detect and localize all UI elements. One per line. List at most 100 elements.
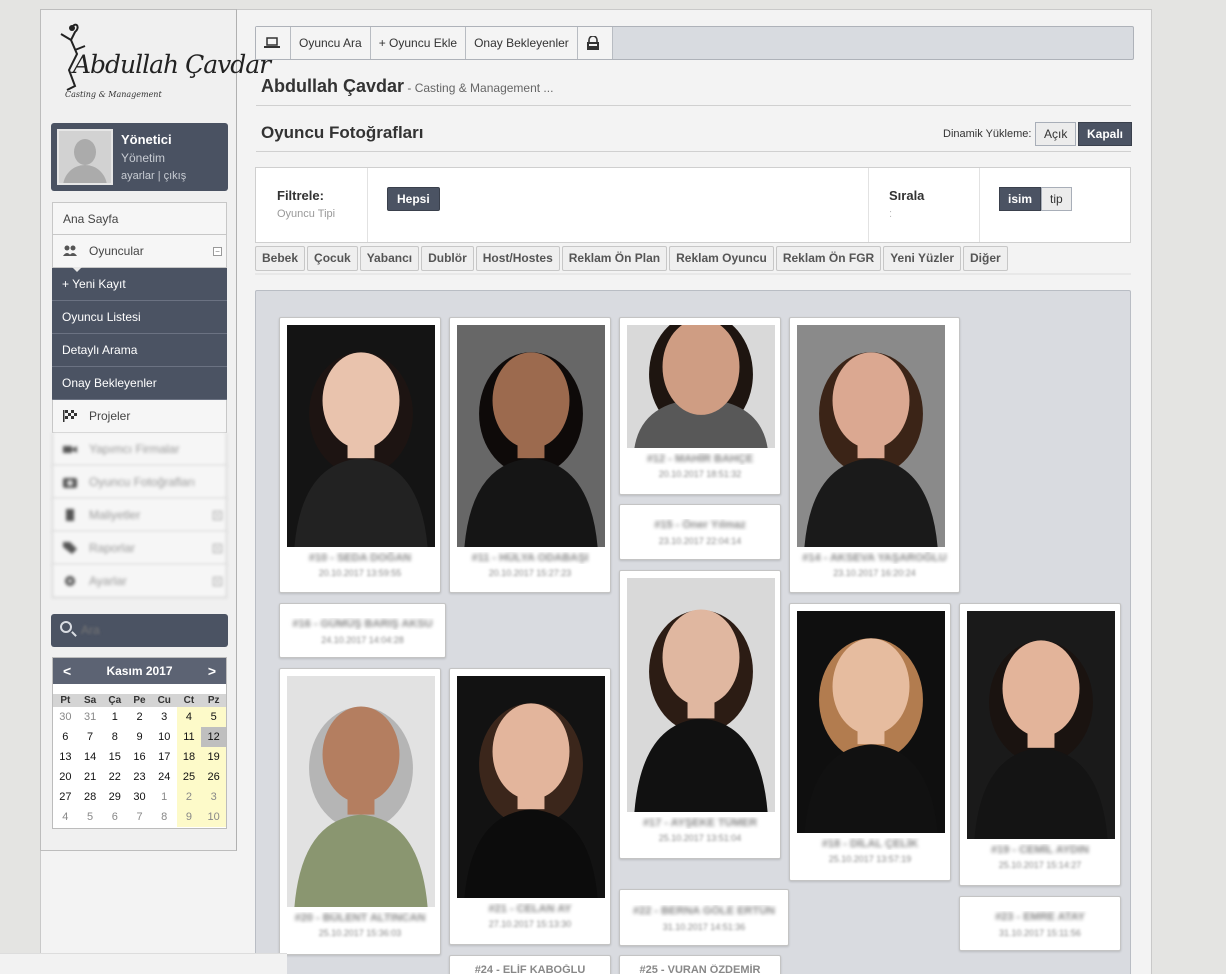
expand-icon[interactable]: + — [213, 577, 222, 586]
category-tab[interactable]: Çocuk — [307, 246, 358, 271]
category-tab[interactable]: Diğer — [963, 246, 1008, 271]
calendar-day[interactable]: 5 — [201, 707, 227, 727]
dynamic-closed-button[interactable]: Kapalı — [1078, 122, 1133, 146]
calendar-day[interactable]: 16 — [127, 747, 152, 767]
actor-photo[interactable] — [627, 578, 775, 812]
actor-name[interactable]: #22 - BERNA GÖLE ERTÜN — [620, 905, 788, 917]
calendar-day[interactable]: 10 — [152, 727, 177, 747]
actor-name[interactable]: #19 - CEMİL AYDIN — [960, 844, 1120, 856]
actor-name[interactable]: #18 - DİLAL ÇELİK — [790, 838, 950, 850]
category-tab[interactable]: Reklam Ön FGR — [775, 246, 882, 271]
calendar-day[interactable]: 8 — [152, 807, 177, 827]
photo-card[interactable]: #16 - GÜMÜŞ BARIŞ AKSU 24.10.2017 14:04:2… — [279, 603, 446, 658]
calendar-day[interactable]: 7 — [127, 807, 152, 827]
nav-photos[interactable]: Oyuncu Fotoğrafları — [52, 466, 227, 499]
calendar-day[interactable]: 15 — [102, 747, 127, 767]
calendar-day[interactable]: 8 — [102, 727, 127, 747]
photo-card[interactable]: #23 - EMRE ATAY 31.10.2017 15:11:56 — [959, 896, 1121, 951]
actor-photo[interactable] — [457, 676, 605, 898]
nav-reports[interactable]: Raporlar + — [52, 532, 227, 565]
filter-all-button[interactable]: Hepsi — [387, 187, 440, 211]
actor-name[interactable]: #16 - GÜMÜŞ BARIŞ AKSU — [280, 618, 445, 630]
photo-card[interactable]: #20 - BÜLENT ALTINCAN 25.10.2017 15:36:03 — [279, 668, 441, 955]
nav-projects[interactable]: Projeler — [52, 400, 227, 433]
actor-name[interactable]: #12 - MAHİR BAHÇE — [620, 453, 780, 465]
category-tab[interactable]: Bebek — [255, 246, 306, 271]
photo-card[interactable]: #18 - DİLAL ÇELİK 25.10.2017 13:57:19 — [789, 603, 951, 881]
photo-card[interactable]: #11 - HÜLYA ODABAŞI 20.10.2017 15:27:23 — [449, 317, 611, 593]
expand-icon[interactable]: + — [213, 544, 222, 553]
actor-name[interactable]: #24 - ELİF KABOĞLU — [450, 964, 610, 974]
actor-name[interactable]: #23 - EMRE ATAY — [960, 911, 1120, 923]
calendar-day[interactable]: 31 — [78, 707, 103, 727]
expand-icon[interactable]: + — [213, 511, 222, 520]
calendar-day[interactable]: 1 — [102, 707, 127, 727]
laptop-button[interactable] — [256, 27, 291, 59]
calendar-day[interactable]: 17 — [152, 747, 177, 767]
calendar-day[interactable]: 6 — [102, 807, 127, 827]
photo-card[interactable]: #19 - CEMİL AYDIN 25.10.2017 15:14:27 — [959, 603, 1121, 886]
actor-photo[interactable] — [797, 325, 945, 547]
calendar-day[interactable]: 25 — [176, 767, 202, 787]
actor-name[interactable]: #25 - VURAN ÖZDEMİR — [620, 964, 780, 974]
photo-card[interactable]: #15 - Öner Yılmaz 23.10.2017 22:04:14 — [619, 504, 781, 560]
calendar-day[interactable]: 9 — [176, 807, 202, 827]
collapse-icon[interactable]: − — [213, 247, 222, 256]
photo-card[interactable]: #10 - SEDA DOĞAN 20.10.2017 13:59:55 — [279, 317, 441, 593]
pending-approval-button[interactable]: Onay Bekleyenler — [466, 27, 578, 59]
calendar-day[interactable]: 2 — [176, 787, 202, 807]
nav-detailed-search[interactable]: Detaylı Arama — [52, 334, 227, 367]
calendar-day[interactable]: 4 — [176, 707, 202, 727]
category-tab[interactable]: Dublör — [421, 246, 474, 271]
actor-photo[interactable] — [457, 325, 605, 547]
settings-link[interactable]: ayarlar — [121, 170, 155, 182]
calendar-day[interactable]: 22 — [102, 767, 127, 787]
calendar-day[interactable]: 11 — [176, 727, 202, 747]
add-player-button[interactable]: + Oyuncu Ekle — [370, 27, 467, 59]
calendar-day[interactable]: 28 — [78, 787, 103, 807]
nav-new-record[interactable]: + Yeni Kayıt — [52, 267, 227, 301]
calendar-day[interactable]: 1 — [152, 787, 177, 807]
calendar-day[interactable]: 9 — [127, 727, 152, 747]
category-tab[interactable]: Reklam Oyuncu — [669, 246, 774, 271]
calendar-day[interactable]: 2 — [127, 707, 152, 727]
category-tab[interactable]: Yabancı — [359, 246, 420, 271]
logout-link[interactable]: çıkış — [164, 170, 187, 182]
nav-costs[interactable]: Maliyetler + — [52, 499, 227, 532]
calendar-day[interactable]: 30 — [127, 787, 152, 807]
actor-name[interactable]: #14 - AKSEVA YAŞAROĞLU — [790, 552, 959, 564]
search-input[interactable] — [81, 620, 216, 640]
prev-month-button[interactable]: < — [63, 658, 71, 684]
next-month-button[interactable]: > — [208, 658, 216, 684]
photo-card[interactable]: #25 - VURAN ÖZDEMİR — [619, 955, 781, 974]
category-tab[interactable]: Yeni Yüzler — [883, 246, 962, 271]
photo-card[interactable]: #17 - AYŞEKE TÜMER 25.10.2017 13:51:04 — [619, 570, 781, 859]
dynamic-open-button[interactable]: Açık — [1035, 122, 1077, 146]
calendar-day[interactable]: 13 — [53, 747, 78, 767]
calendar-day[interactable]: 24 — [152, 767, 177, 787]
photo-card[interactable]: #24 - ELİF KABOĞLU — [449, 955, 611, 974]
calendar-day[interactable]: 21 — [78, 767, 103, 787]
sort-name-button[interactable]: isim — [999, 187, 1042, 211]
nav-pending[interactable]: Onay Bekleyenler — [52, 367, 227, 400]
calendar-day[interactable]: 6 — [53, 727, 78, 747]
category-tab[interactable]: Reklam Ön Plan — [561, 246, 668, 271]
actor-photo[interactable] — [287, 325, 435, 547]
actor-name[interactable]: #10 - SEDA DOĞAN — [280, 552, 440, 564]
nav-producers[interactable]: Yapımcı Firmalar — [52, 433, 227, 466]
actor-name[interactable]: #20 - BÜLENT ALTINCAN — [280, 912, 440, 924]
nav-player-list[interactable]: Oyuncu Listesi — [52, 301, 227, 334]
actor-photo[interactable] — [797, 611, 945, 833]
photo-card[interactable]: #12 - MAHİR BAHÇE 20.10.2017 18:51:32 — [619, 317, 781, 495]
calendar-day[interactable]: 18 — [176, 747, 202, 767]
calendar-day[interactable]: 27 — [53, 787, 78, 807]
nav-home[interactable]: Ana Sayfa — [52, 202, 227, 235]
calendar-day[interactable]: 29 — [102, 787, 127, 807]
photo-card[interactable]: #14 - AKSEVA YAŞAROĞLU 23.10.2017 16:20:2… — [789, 317, 960, 593]
sort-type-button[interactable]: tip — [1041, 187, 1072, 211]
calendar-day[interactable]: 3 — [201, 787, 227, 807]
calendar-day[interactable]: 30 — [53, 707, 78, 727]
calendar-day[interactable]: 7 — [78, 727, 103, 747]
calendar-day[interactable]: 10 — [201, 807, 227, 827]
calendar-day[interactable]: 26 — [201, 767, 227, 787]
